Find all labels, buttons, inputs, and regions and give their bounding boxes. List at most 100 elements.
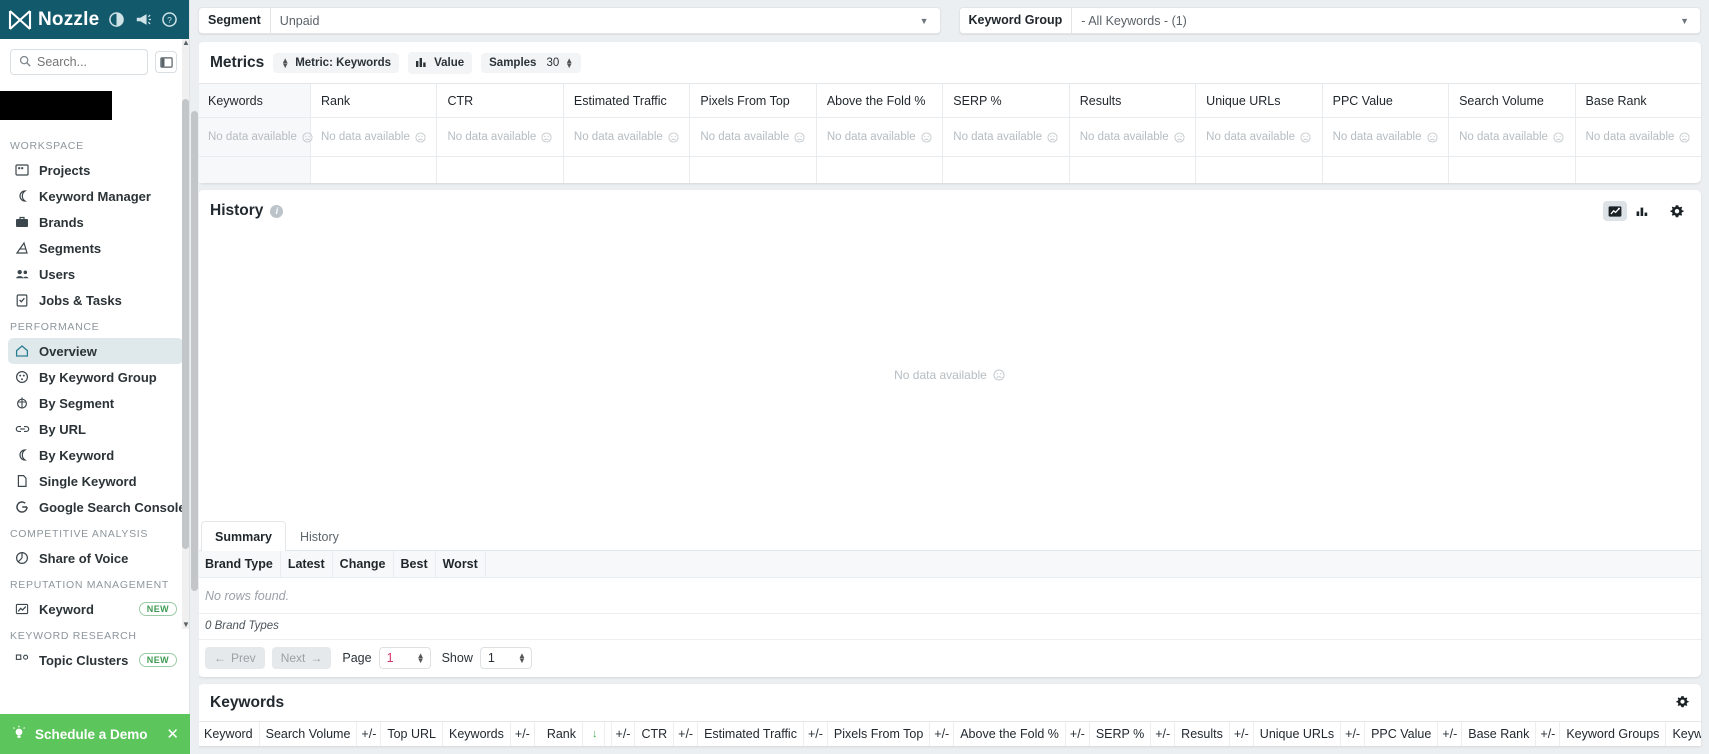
kw-col-plusminus[interactable]: +/- xyxy=(1341,722,1366,746)
main-scrollbar-thumb[interactable] xyxy=(191,111,198,591)
sidebar-item-projects[interactable]: Projects xyxy=(8,157,183,183)
kw-col-plusminus[interactable]: +/- xyxy=(804,722,828,746)
kw-col-plusminus[interactable]: +/- xyxy=(1438,722,1463,746)
metrics-empty-cell: No data available xyxy=(816,118,943,157)
metrics-column-above-the-fold[interactable]: Above the Fold % No data available xyxy=(816,84,944,183)
kw-col-serp-pct[interactable]: SERP % xyxy=(1090,722,1152,746)
tab-summary[interactable]: Summary xyxy=(201,521,286,551)
metric-selector-chip[interactable]: ▲ ▼ Metric: Keywords xyxy=(273,53,400,73)
kw-col-ctr[interactable]: CTR xyxy=(635,722,675,746)
sidebar-item-brands[interactable]: Brands xyxy=(8,209,183,235)
metrics-column-ctr[interactable]: CTR No data available xyxy=(437,84,564,183)
next-page-button[interactable]: Next → xyxy=(271,647,332,669)
sidebar-item-overview[interactable]: Overview xyxy=(8,338,183,364)
megaphone-icon[interactable] xyxy=(135,12,151,27)
sidebar-item-by-url[interactable]: By URL xyxy=(8,416,183,442)
kw-col-pixels-from-top[interactable]: Pixels From Top xyxy=(828,722,931,746)
sidebar-item-label: Single Keyword xyxy=(39,473,137,489)
page-number-input[interactable]: 1 ▲ ▼ xyxy=(378,647,431,669)
segment-select[interactable]: Segment Unpaid ▼ xyxy=(198,7,941,34)
metrics-column-rank[interactable]: Rank No data available xyxy=(311,84,438,183)
gear-icon[interactable] xyxy=(1676,695,1689,711)
line-chart-icon[interactable] xyxy=(1603,201,1627,221)
kw-col-keyword-id[interactable]: Keyword ID xyxy=(1666,722,1701,746)
sidebar-item-share-of-voice[interactable]: Share of Voice xyxy=(8,545,183,571)
metrics-column-keywords[interactable]: Keywords No data available xyxy=(198,84,313,183)
stepper-icon[interactable]: ▲ ▼ xyxy=(565,57,573,70)
kw-col-unique-urls[interactable]: Unique URLs xyxy=(1254,722,1342,746)
info-icon[interactable]: i xyxy=(270,204,284,218)
metrics-column-estimated-traffic[interactable]: Estimated Traffic No data available xyxy=(563,84,691,183)
summary-column-header[interactable]: Best xyxy=(394,551,436,577)
keywords-title: Keywords xyxy=(210,694,285,711)
help-circle-icon[interactable]: ? xyxy=(162,12,177,27)
kw-col-plusminus[interactable]: +/- xyxy=(930,722,955,746)
stepper-icon[interactable]: ▲ ▼ xyxy=(417,652,425,665)
sidebar-item-google-search-console[interactable]: Google Search Console xyxy=(8,494,186,520)
search-input[interactable] xyxy=(37,55,139,69)
sidebar-item-reputation-keyword[interactable]: Keyword NEW xyxy=(8,596,183,622)
metrics-column-serp-pct[interactable]: SERP % No data available xyxy=(943,84,1070,183)
value-toggle-chip[interactable]: Value xyxy=(408,52,473,74)
kw-col-plusminus[interactable]: +/- xyxy=(1230,722,1254,746)
summary-column-header[interactable]: Brand Type xyxy=(198,551,281,577)
sidebar-item-single-keyword[interactable]: Single Keyword xyxy=(8,468,183,494)
metrics-column-results[interactable]: Results No data available xyxy=(1069,84,1197,183)
kw-col-keyword[interactable]: Keyword xyxy=(198,722,260,746)
sidebar-scrollbar[interactable]: ▲ ▼ xyxy=(182,39,190,629)
kw-col-plusminus[interactable]: +/- xyxy=(1536,722,1561,746)
chevron-down-icon[interactable]: ▼ xyxy=(920,16,940,26)
schedule-demo-banner[interactable]: Schedule a Demo ✕ xyxy=(0,714,190,754)
summary-column-header[interactable]: Change xyxy=(333,551,394,577)
summary-column-header[interactable]: Latest xyxy=(281,551,333,577)
sidebar-item-users[interactable]: Users xyxy=(8,261,183,287)
bar-chart-icon[interactable] xyxy=(1630,201,1654,221)
kw-col-plusminus[interactable]: +/- xyxy=(674,722,699,746)
search-input-wrap[interactable] xyxy=(10,49,148,75)
history-empty-state: No data available xyxy=(198,229,1701,521)
sidebar-item-keyword-manager[interactable]: Keyword Manager xyxy=(8,183,183,209)
stepper-icon[interactable]: ▲ ▼ xyxy=(518,652,526,665)
kw-col-keyword-groups[interactable]: Keyword Groups xyxy=(1560,722,1667,746)
chevron-down-icon[interactable]: ▼ xyxy=(1680,16,1700,26)
sidebar-item-by-keyword[interactable]: By Keyword xyxy=(8,442,183,468)
sidebar-scrollbar-thumb[interactable] xyxy=(182,99,189,549)
metrics-column-ppc-value[interactable]: PPC Value No data available xyxy=(1322,84,1450,183)
samples-stepper[interactable]: Samples 30 ▲ ▼ xyxy=(481,53,582,73)
kw-col-ppc-value[interactable]: PPC Value xyxy=(1365,722,1439,746)
keyword-group-select[interactable]: Keyword Group - All Keywords - (1) ▼ xyxy=(958,7,1701,34)
metrics-column-base-rank[interactable]: Base Rank No data available xyxy=(1575,84,1701,183)
kw-col-plusminus[interactable]: +/- xyxy=(1151,722,1176,746)
kw-col-top-url[interactable]: Top URL xyxy=(381,722,443,746)
metrics-column-unique-urls[interactable]: Unique URLs No data available xyxy=(1196,84,1323,183)
kw-col-above-the-fold[interactable]: Above the Fold % xyxy=(954,722,1066,746)
kw-col-plusminus[interactable]: +/- xyxy=(1066,722,1090,746)
kw-col-plusminus[interactable]: +/- xyxy=(511,722,535,746)
kw-col-plusminus[interactable]: +/- xyxy=(612,722,636,746)
main-scrollbar[interactable] xyxy=(190,39,199,754)
summary-column-header[interactable]: Worst xyxy=(436,551,486,577)
close-icon[interactable]: ✕ xyxy=(166,725,179,743)
kw-col-estimated-traffic[interactable]: Estimated Traffic xyxy=(698,722,804,746)
sidebar-item-topic-clusters[interactable]: Topic Clusters NEW xyxy=(8,647,183,673)
scroll-up-arrow[interactable]: ▲ xyxy=(182,39,190,47)
kw-col-base-rank[interactable]: Base Rank xyxy=(1462,722,1537,746)
panel-collapse-icon[interactable] xyxy=(155,51,177,73)
kw-col-results[interactable]: Results xyxy=(1175,722,1230,746)
sidebar-item-by-keyword-group[interactable]: By Keyword Group xyxy=(8,364,183,390)
metrics-column-pixels-from-top[interactable]: Pixels From Top No data available xyxy=(690,84,817,183)
kw-col-rank[interactable]: Rank ↓ xyxy=(535,722,612,746)
prev-page-button[interactable]: ← Prev xyxy=(205,647,265,669)
tab-history[interactable]: History xyxy=(286,521,353,551)
scroll-down-arrow[interactable]: ▼ xyxy=(182,621,190,629)
sidebar-item-jobs-tasks[interactable]: Jobs & Tasks xyxy=(8,287,183,313)
sidebar-item-segments[interactable]: Segments xyxy=(8,235,183,261)
contrast-icon[interactable] xyxy=(109,12,124,27)
kw-col-search-volume[interactable]: Search Volume xyxy=(260,722,358,746)
metrics-column-search-volume[interactable]: Search Volume No data available xyxy=(1449,84,1576,183)
sidebar-item-by-segment[interactable]: By Segment xyxy=(8,390,183,416)
show-count-input[interactable]: 1 ▲ ▼ xyxy=(479,647,532,669)
gear-icon[interactable] xyxy=(1665,201,1689,221)
kw-col-plusminus[interactable]: +/- xyxy=(357,722,382,746)
kw-col-keywords[interactable]: Keywords xyxy=(443,722,511,746)
